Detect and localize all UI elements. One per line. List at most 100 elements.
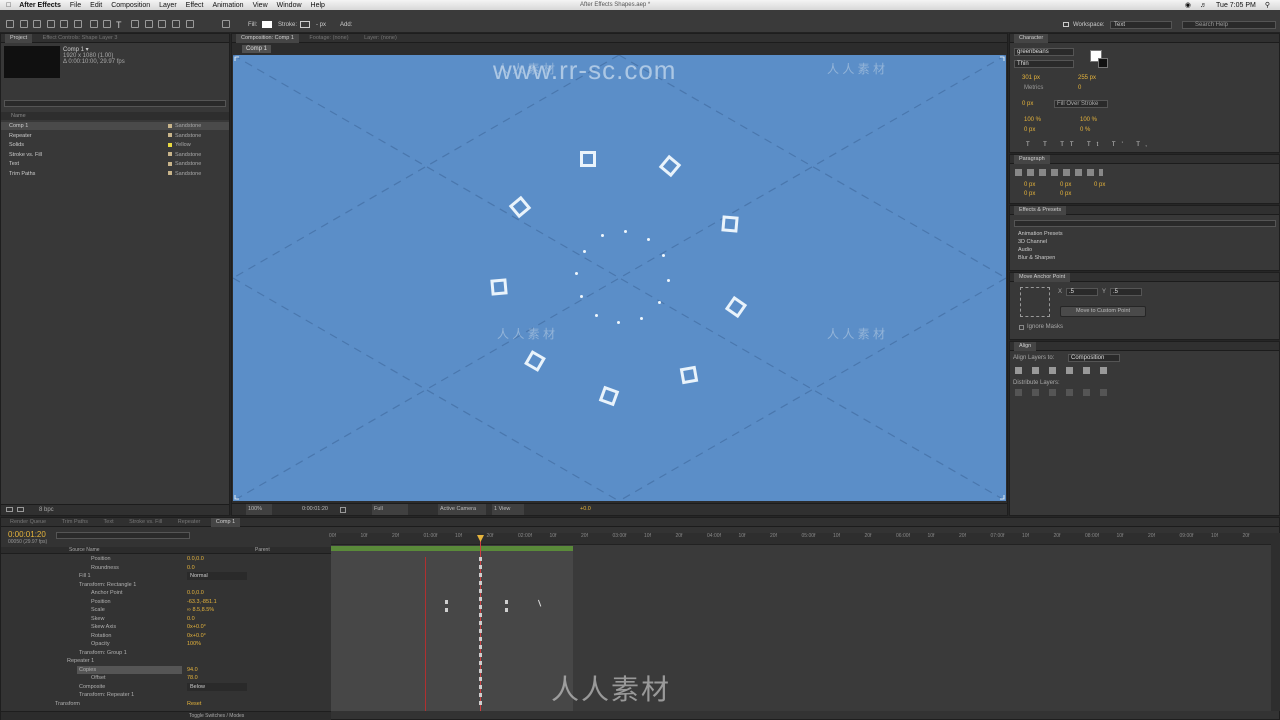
space-after[interactable]: 0 px bbox=[1060, 191, 1071, 197]
property-name[interactable]: Repeater 1 bbox=[67, 657, 94, 665]
project-search-input[interactable] bbox=[4, 100, 226, 107]
menu-effect[interactable]: Effect bbox=[186, 2, 204, 9]
stroke-swatch[interactable] bbox=[300, 21, 310, 28]
project-item[interactable]: Stroke vs. Fill Sandstone bbox=[1, 151, 229, 159]
zoom-select[interactable]: 100% bbox=[246, 504, 272, 515]
property-name[interactable]: Composite bbox=[79, 683, 105, 691]
keyframe[interactable] bbox=[479, 661, 482, 665]
bpc-label[interactable]: 8 bpc bbox=[39, 507, 54, 513]
eraser-tool-icon[interactable] bbox=[158, 20, 166, 28]
keyframe[interactable] bbox=[479, 581, 482, 585]
anchor-y-input[interactable]: .5 bbox=[1110, 288, 1142, 296]
property-name[interactable]: Copies bbox=[77, 665, 182, 674]
search-help-input[interactable]: Search Help bbox=[1182, 21, 1276, 29]
clone-tool-icon[interactable] bbox=[145, 20, 153, 28]
project-item[interactable]: Text Sandstone bbox=[1, 160, 229, 168]
app-menu[interactable]: After Effects bbox=[19, 2, 61, 9]
timeline-scrollbar[interactable] bbox=[1271, 533, 1280, 711]
tab-character[interactable]: Character bbox=[1014, 34, 1049, 43]
fill-swatch[interactable] bbox=[262, 21, 272, 28]
property-name[interactable]: Offset bbox=[91, 674, 106, 682]
indent-first[interactable]: 0 px bbox=[1094, 182, 1105, 188]
project-item[interactable]: Comp 1 Sandstone bbox=[1, 122, 229, 130]
property-name[interactable]: Opacity bbox=[91, 640, 110, 648]
property-value[interactable]: Below bbox=[187, 682, 247, 691]
stroke-width-value[interactable]: 0 px bbox=[1022, 101, 1033, 107]
property-value[interactable]: ∞ 8.5,8.5% bbox=[187, 606, 214, 614]
col-source-name[interactable]: Source Name bbox=[69, 547, 100, 553]
font-style-select[interactable]: Thin bbox=[1014, 60, 1074, 68]
tab-move-anchor-point[interactable]: Move Anchor Point bbox=[1014, 273, 1071, 282]
folder-icon[interactable] bbox=[17, 507, 24, 512]
property-value[interactable]: Normal bbox=[187, 572, 247, 580]
project-item[interactable]: Trim Paths Sandstone bbox=[1, 170, 229, 178]
indent-left[interactable]: 0 px bbox=[1024, 182, 1035, 188]
stroke-width[interactable]: - px bbox=[316, 22, 326, 28]
menu-edit[interactable]: Edit bbox=[90, 2, 102, 9]
property-name[interactable]: Transform bbox=[55, 700, 80, 708]
property-name[interactable]: Skew bbox=[91, 615, 104, 623]
tab-render-queue[interactable]: Render Queue bbox=[5, 518, 51, 527]
toggle-switches-modes[interactable]: Toggle Switches / Modes bbox=[189, 713, 244, 719]
wifi-icon[interactable]: ◉ bbox=[1185, 1, 1191, 9]
property-value[interactable]: 100% bbox=[187, 640, 201, 648]
baseline-shift-value[interactable]: 0 px bbox=[1024, 127, 1035, 133]
keyframe[interactable] bbox=[479, 605, 482, 609]
property-name[interactable]: Transform: Rectangle 1 bbox=[79, 581, 136, 589]
property-value[interactable]: 0.0 bbox=[187, 615, 195, 623]
tab-project[interactable]: Project bbox=[5, 34, 33, 43]
keyframe[interactable] bbox=[479, 597, 482, 601]
keyframe[interactable] bbox=[479, 565, 482, 569]
property-value[interactable]: 0x+0.0° bbox=[187, 623, 206, 631]
effects-item[interactable]: Audio bbox=[1018, 246, 1032, 254]
keyframe[interactable] bbox=[445, 600, 448, 604]
stroke-mode-select[interactable]: Fill Over Stroke bbox=[1054, 100, 1108, 108]
font-size-value[interactable]: 301 px bbox=[1022, 75, 1040, 81]
keyframe[interactable] bbox=[479, 653, 482, 657]
workspace-select[interactable]: Text bbox=[1110, 21, 1172, 29]
resolution-select[interactable]: Full bbox=[372, 504, 408, 515]
camera-tool-icon[interactable] bbox=[60, 20, 68, 28]
property-name[interactable]: Transform: Group 1 bbox=[79, 649, 127, 657]
add-label[interactable]: Add: bbox=[340, 22, 352, 28]
col-name[interactable]: Name bbox=[11, 113, 26, 119]
property-name[interactable]: Fill 1 bbox=[79, 572, 91, 580]
leading-value[interactable]: 255 px bbox=[1078, 75, 1096, 81]
property-name[interactable]: Transform: Repeater 1 bbox=[79, 691, 134, 699]
property-value[interactable]: -63.3,-851.1 bbox=[187, 598, 217, 606]
effects-item[interactable]: 3D Channel bbox=[1018, 238, 1047, 246]
project-item[interactable]: Repeater Sandstone bbox=[1, 132, 229, 140]
roto-brush-tool-icon[interactable] bbox=[172, 20, 180, 28]
keyframe[interactable] bbox=[479, 677, 482, 681]
keyframe[interactable] bbox=[505, 600, 508, 604]
font-family-select[interactable]: greenbeans bbox=[1014, 48, 1074, 56]
type-tool-icon[interactable]: T bbox=[116, 20, 122, 30]
tab-layer[interactable]: Layer: (none) bbox=[359, 34, 402, 43]
tab-stroke-vs-fill[interactable]: Stroke vs. Fill bbox=[124, 518, 167, 527]
property-value[interactable]: 0.0 bbox=[187, 564, 195, 572]
alignment-buttons[interactable] bbox=[1015, 169, 1103, 176]
time-ruler[interactable]: 00f 10f 20f 01:00f 10f 20f 02:00f 10f 20f 03:00f 1… bbox=[329, 533, 1280, 545]
timeline-search-input[interactable] bbox=[56, 532, 190, 539]
menu-window[interactable]: Window bbox=[277, 2, 302, 9]
shape-square[interactable] bbox=[721, 215, 739, 233]
shape-square[interactable] bbox=[679, 365, 699, 385]
tab-align[interactable]: Align bbox=[1014, 342, 1037, 351]
property-name[interactable]: Rotation bbox=[91, 632, 112, 640]
tab-repeater[interactable]: Repeater bbox=[173, 518, 206, 527]
ignore-masks-checkbox[interactable] bbox=[1019, 325, 1024, 330]
snap-icon[interactable] bbox=[222, 20, 230, 28]
effects-search-input[interactable] bbox=[1014, 220, 1276, 227]
zoom-tool-icon[interactable] bbox=[33, 20, 41, 28]
keyframe[interactable] bbox=[479, 637, 482, 641]
tab-footage[interactable]: Footage: (none) bbox=[304, 34, 353, 43]
rectangle-tool-icon[interactable] bbox=[90, 20, 98, 28]
snapshot-icon[interactable] bbox=[340, 507, 346, 513]
menu-layer[interactable]: Layer bbox=[159, 2, 177, 9]
tsume-value[interactable]: 0 % bbox=[1080, 127, 1090, 133]
tab-paragraph[interactable]: Paragraph bbox=[1014, 155, 1050, 164]
property-value[interactable]: Reset bbox=[187, 700, 201, 708]
selection-tool-icon[interactable] bbox=[6, 20, 14, 28]
viewer-timecode[interactable]: 0:00:01:20 bbox=[302, 504, 328, 515]
vertical-scale-value[interactable]: 100 % bbox=[1024, 117, 1041, 123]
